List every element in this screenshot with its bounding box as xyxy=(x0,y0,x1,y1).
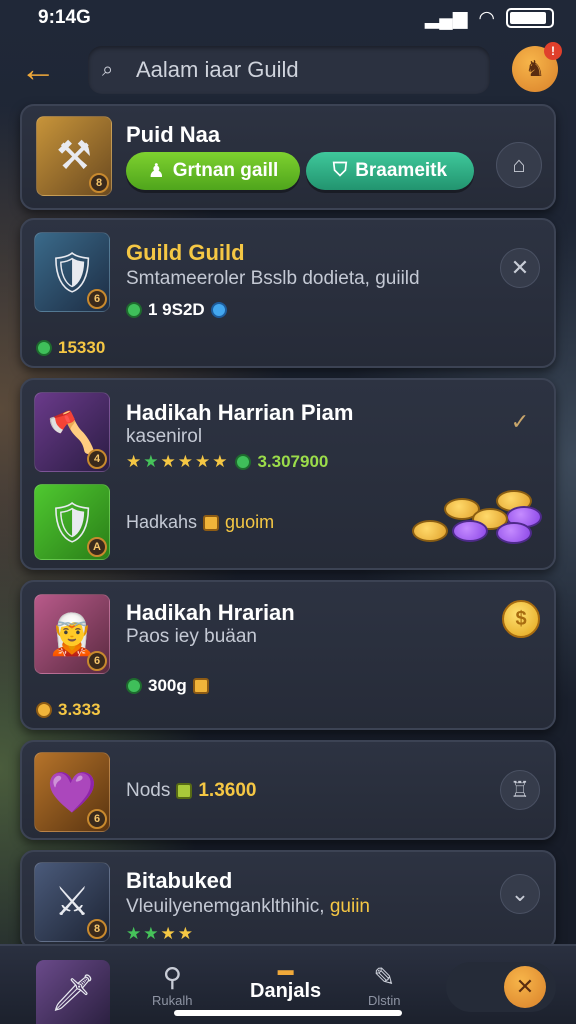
search-bar[interactable]: ⌕ Aalam iaar Guild xyxy=(88,46,490,94)
chest-icon: ▬ xyxy=(277,962,294,979)
guild-card-top[interactable]: ⚒ 8 Puid Naa ♟ Grtnan gaill ⛉ Braameitk ⌂ xyxy=(20,104,556,210)
gear-icon xyxy=(210,302,227,318)
level-badge-icon: 6 xyxy=(87,289,107,309)
bottom-nav: 🗡 ⚲ Rukalh ▬ Danjals ✎ Dlstin ✕ xyxy=(0,944,576,1024)
shield-icon: ⛉ xyxy=(332,160,348,181)
purple-shield-icon: 💜 6 xyxy=(34,752,110,832)
nav-item-active[interactable]: ▬ Danjals xyxy=(250,962,321,1003)
gold-stat: 300g xyxy=(126,676,209,696)
close-icon: ✕ xyxy=(510,255,530,280)
coin-icon: $ xyxy=(515,607,527,630)
gem-icon xyxy=(235,454,252,470)
gem-icon xyxy=(176,783,193,799)
card-subtitle: kasenirol xyxy=(126,426,203,447)
rating-stat: ★★★★★★ 3.307900 xyxy=(126,452,329,471)
status-time: 9:14G xyxy=(38,7,91,28)
score-stat: 3.333 xyxy=(36,700,101,720)
card-subtitle: Paos iey buäan xyxy=(126,626,257,647)
close-button[interactable]: ✕ xyxy=(500,248,540,288)
card-title: Guild Guild xyxy=(126,240,245,265)
guild-card[interactable]: 🛡 6 Guild Guild Smtameeroler Bsslb dodiet… xyxy=(20,218,556,368)
coin-pile-icon xyxy=(412,490,542,550)
guild-card[interactable]: 💜 6 Nods 1.3600 ♖ xyxy=(20,740,556,840)
share-icon: ⚲ xyxy=(162,962,182,992)
character-thumbnail-icon[interactable]: 🗡 xyxy=(36,960,110,1024)
member-stat: 1 9S2D xyxy=(126,300,227,320)
hero-portrait-icon: 🧝 6 xyxy=(34,594,110,674)
status-icons: ▂▄▆ ◠ xyxy=(425,7,554,30)
level-badge-icon: 6 xyxy=(87,809,107,829)
card-title: Bitabuked xyxy=(126,868,233,893)
battery-icon xyxy=(506,8,554,28)
guild-card[interactable]: ⚔ 8 Bitabuked Vleuilyenemganklthihic, gui… xyxy=(20,850,556,950)
wifi-icon: ◠ xyxy=(479,7,494,29)
settings-button[interactable]: ♖ xyxy=(500,770,540,810)
warrior-portrait-icon: ⚔ 8 xyxy=(34,862,110,942)
checkmark-button[interactable]: ✓ xyxy=(500,402,540,442)
join-guild-button[interactable]: ♟ Grtnan gaill xyxy=(126,152,300,190)
profile-icon: ♞ xyxy=(525,56,545,81)
footer-stat: Hadkahs guoim xyxy=(126,512,275,532)
chevron-down-icon: ⌄ xyxy=(510,881,530,906)
knight-portrait-icon: 🛡 6 xyxy=(34,232,110,312)
card-subtitle: Smtameeroler Bsslb dodieta, guiild xyxy=(126,268,420,289)
mic-icon: ♟ xyxy=(147,160,165,182)
shield-emblem-icon: 🛡 A xyxy=(34,484,110,560)
signal-icon: ▂▄▆ xyxy=(424,7,468,29)
gem-icon xyxy=(126,678,142,694)
coin-icon xyxy=(36,702,52,718)
pencil-icon: ✎ xyxy=(373,962,396,992)
close-button[interactable]: ✕ xyxy=(504,966,546,1008)
profile-button[interactable]: ♞ ! xyxy=(512,42,562,92)
stars-icon: ★★★★★★ xyxy=(126,452,230,471)
header: ← ⌕ Aalam iaar Guild ♞ ! xyxy=(0,42,576,100)
gold-coin-button[interactable]: $ xyxy=(502,600,540,638)
card-title: Hadikah Hrarian xyxy=(126,600,295,625)
level-badge-icon: 8 xyxy=(87,919,107,939)
browse-button[interactable]: ⛉ Braameitk xyxy=(306,152,474,190)
status-bar: 9:14G ▂▄▆ ◠ xyxy=(0,0,576,36)
gem-icon xyxy=(126,302,142,318)
score-stat: 15330 xyxy=(36,338,105,358)
home-button[interactable]: ⌂ xyxy=(496,142,542,188)
hammer-icon: ⚒ 8 xyxy=(36,116,112,196)
rating-stat: ★★★★ xyxy=(126,924,195,944)
card-title: Hadikah Harrian Piam xyxy=(126,400,354,425)
home-icon: ⌂ xyxy=(512,152,526,177)
coin-box-icon xyxy=(192,678,209,694)
guild-card[interactable]: 🪓 4 Hadikah Harrian Piam kasenirol ★★★★★★… xyxy=(20,378,556,570)
level-badge-icon: 8 xyxy=(89,173,109,193)
clover-icon xyxy=(36,340,52,356)
nods-stat: Nods 1.3600 xyxy=(126,780,257,801)
card-title: Puid Naa xyxy=(126,122,221,147)
stars-icon: ★★★★ xyxy=(126,924,195,943)
nav-item-rukalh[interactable]: ⚲ Rukalh xyxy=(152,962,192,1008)
level-badge-icon: 6 xyxy=(87,651,107,671)
nav-item-dlstin[interactable]: ✎ Dlstin xyxy=(368,962,401,1008)
search-icon: ⌕ xyxy=(102,59,114,81)
expand-button[interactable]: ⌄ xyxy=(500,874,540,914)
level-badge-icon: A xyxy=(87,537,107,557)
axe-icon: 🪓 4 xyxy=(34,392,110,472)
card-subtitle: Vleuilyenemganklthihic, guiin xyxy=(126,896,370,917)
home-indicator[interactable] xyxy=(174,1010,402,1016)
guild-card[interactable]: 🧝 6 Hadikah Hrarian Paos iey buäan 300g 3… xyxy=(20,580,556,730)
level-badge-icon: 4 xyxy=(87,449,107,469)
check-icon: ✓ xyxy=(510,409,530,434)
notification-badge-icon: ! xyxy=(544,42,562,60)
trophy-icon: ♖ xyxy=(510,777,530,802)
search-input[interactable]: Aalam iaar Guild xyxy=(136,57,299,83)
back-arrow-icon[interactable]: ← xyxy=(20,51,60,91)
gold-cube-icon xyxy=(203,514,220,531)
close-icon: ✕ xyxy=(515,974,535,999)
